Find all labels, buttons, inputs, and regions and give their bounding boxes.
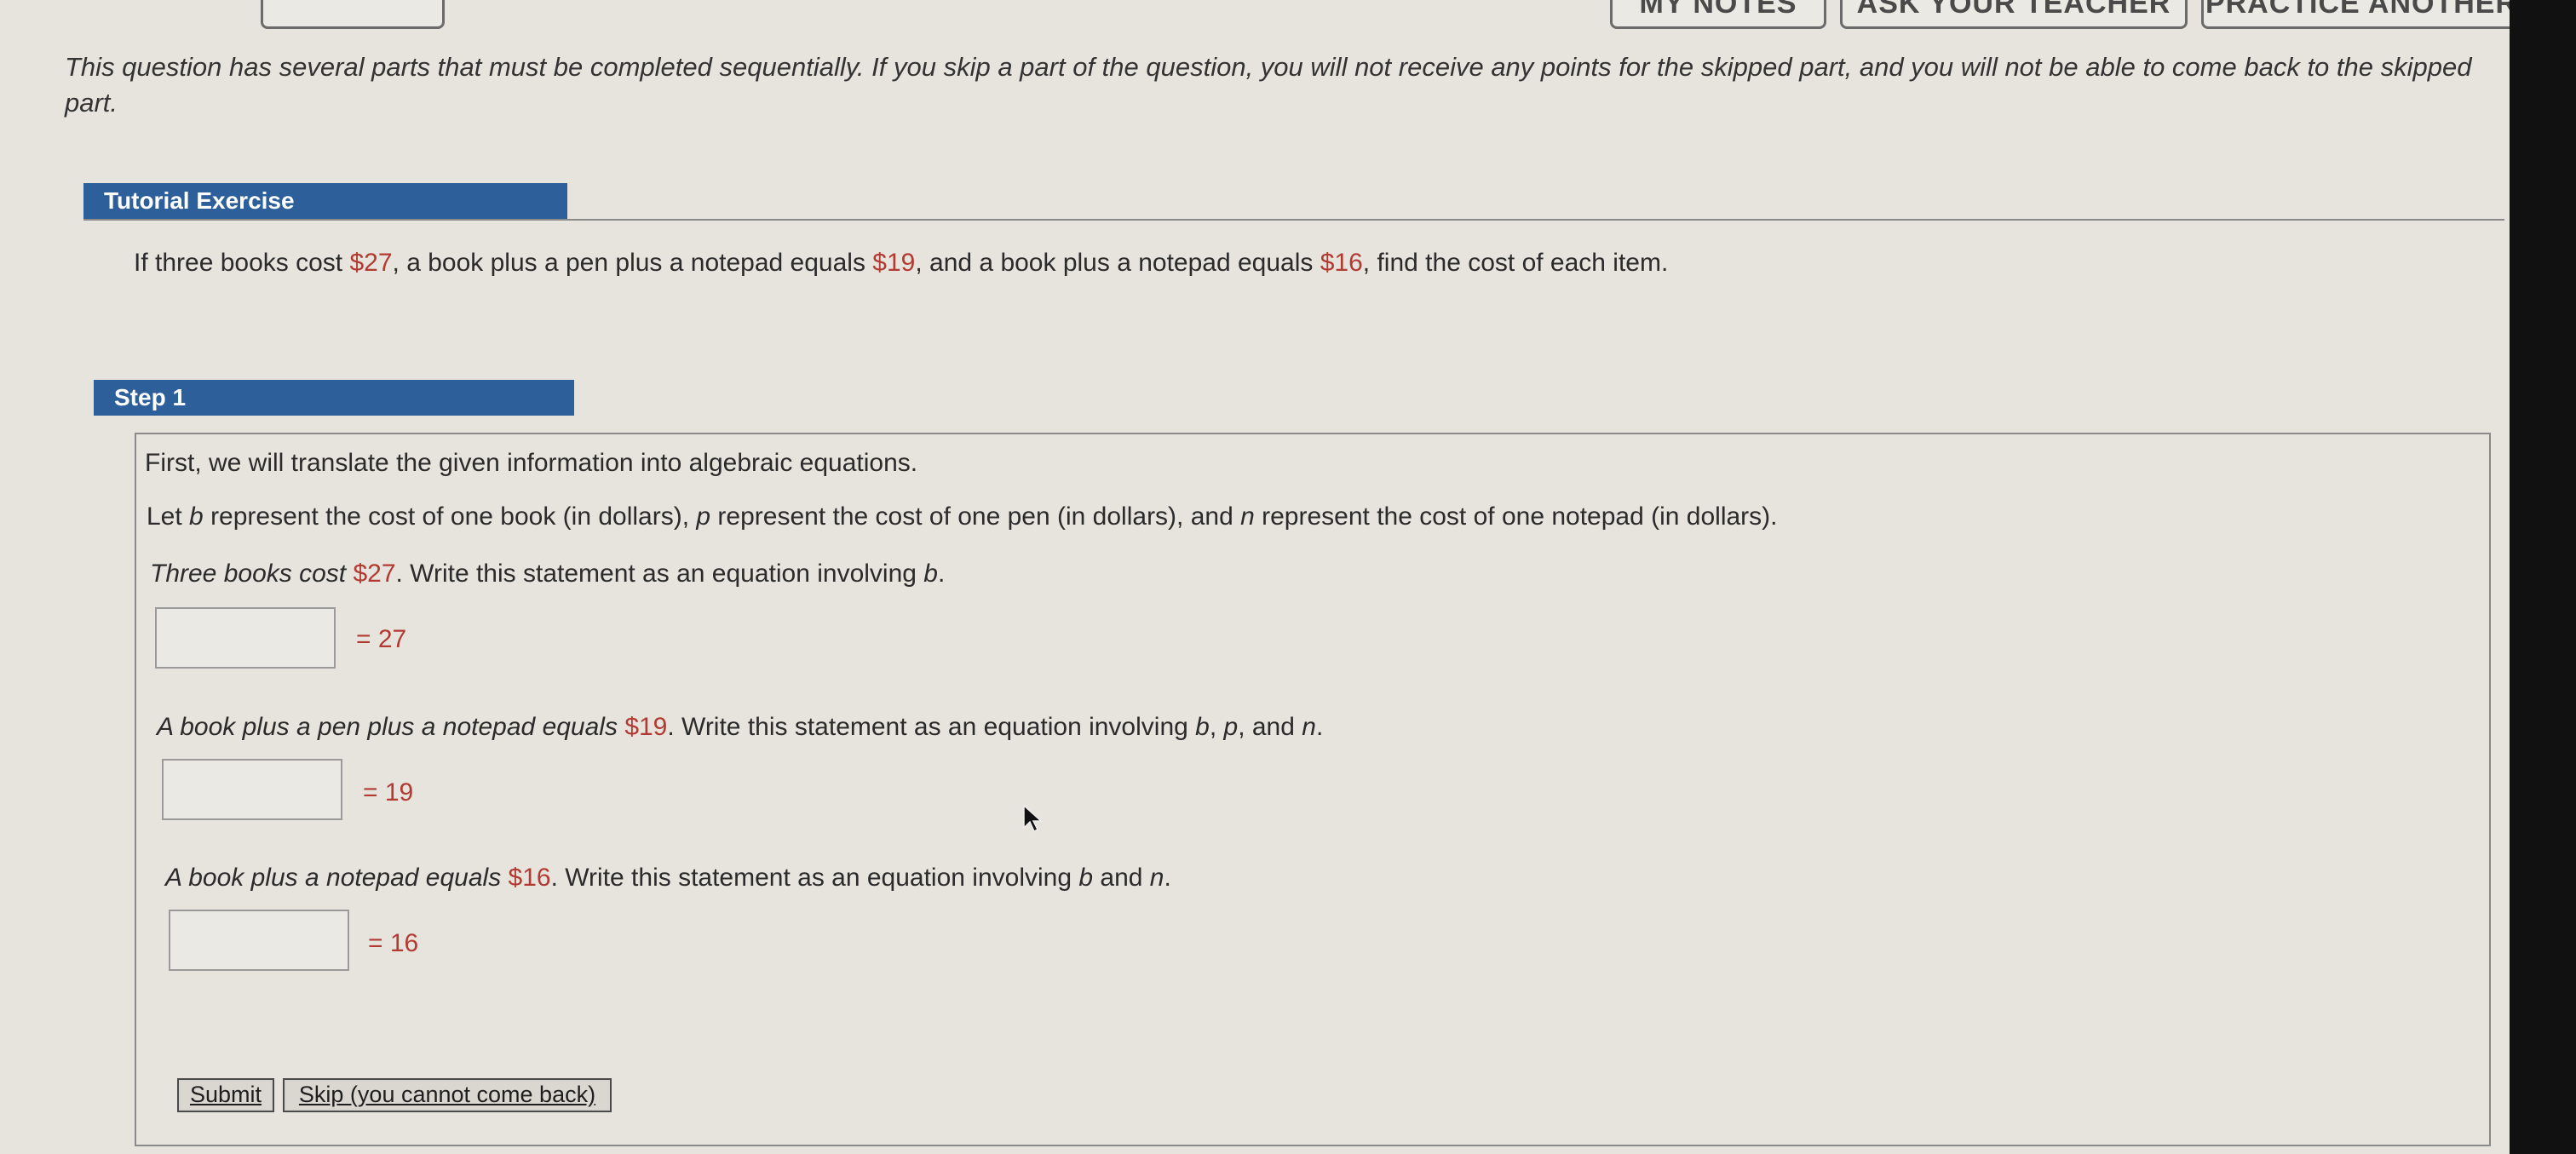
- prompt-text: Three books cost: [150, 560, 354, 588]
- definition-text: represent the cost of one book (in dolla…: [203, 502, 697, 531]
- variable-n: n: [1240, 502, 1255, 531]
- variable-p: p: [1223, 713, 1239, 741]
- prompt-text: .: [937, 560, 946, 588]
- question-2-prompt: A book plus a pen plus a notepad equals …: [157, 713, 1323, 742]
- variable-b: b: [1195, 713, 1210, 741]
- prompt-text: . Write this statement as an equation in…: [667, 713, 1196, 741]
- problem-statement: If three books cost $27, a book plus a p…: [134, 249, 1668, 278]
- variable-n: n: [1149, 864, 1164, 892]
- variable-n: n: [1302, 713, 1316, 741]
- practice-another-button[interactable]: PRACTICE ANOTHER: [2201, 0, 2521, 29]
- problem-value: $16: [1320, 249, 1363, 277]
- step-1-header: Step 1: [94, 380, 574, 416]
- prompt-text: and: [1093, 864, 1150, 892]
- prompt-text: A book plus a notepad equals: [165, 864, 509, 892]
- question-1-prompt: Three books cost $27. Write this stateme…: [150, 560, 945, 588]
- tutorial-exercise-header: Tutorial Exercise: [83, 183, 567, 219]
- prompt-value: $19: [624, 713, 668, 741]
- equation-2-rhs: = 19: [363, 778, 414, 807]
- submit-button[interactable]: Submit: [177, 1078, 274, 1112]
- top-left-button[interactable]: [261, 0, 445, 29]
- cursor-arrow-icon: [1023, 804, 1043, 833]
- prompt-value: $27: [353, 560, 396, 588]
- problem-text: , and a book plus a notepad equals: [915, 249, 1320, 277]
- prompt-value: $16: [508, 864, 551, 892]
- equation-3-rhs: = 16: [368, 929, 419, 957]
- prompt-text: . Write this statement as an equation in…: [550, 864, 1079, 892]
- top-toolbar: MY NOTES ASK YOUR TEACHER PRACTICE ANOTH…: [0, 0, 2576, 34]
- problem-value: $27: [349, 249, 393, 277]
- variable-b: b: [189, 502, 204, 531]
- definition-text: represent the cost of one notepad (in do…: [1254, 502, 1778, 531]
- prompt-text: . Write this statement as an equation in…: [395, 560, 924, 588]
- problem-text: , find the cost of each item.: [1362, 249, 1669, 277]
- step-1-panel: [135, 433, 2491, 1146]
- definition-text: Let: [147, 502, 190, 531]
- problem-text: If three books cost: [134, 249, 350, 277]
- question-3-prompt: A book plus a notepad equals $16. Write …: [165, 864, 1171, 893]
- equation-1-input[interactable]: [155, 607, 336, 669]
- equation-2-input[interactable]: [162, 759, 342, 820]
- variable-definitions: Let b represent the cost of one book (in…: [147, 502, 1778, 531]
- tutorial-header-label: Tutorial Exercise: [104, 187, 295, 214]
- step-1-label: Step 1: [114, 384, 187, 411]
- instructions-text: This question has several parts that mus…: [65, 52, 2472, 118]
- variable-p: p: [696, 502, 711, 531]
- prompt-text: , and: [1238, 713, 1302, 741]
- variable-b: b: [1078, 864, 1094, 892]
- step-intro: First, we will translate the given infor…: [145, 449, 918, 477]
- problem-value: $19: [872, 249, 916, 277]
- definition-text: represent the cost of one pen (in dollar…: [710, 502, 1241, 531]
- prompt-text: .: [1315, 713, 1324, 741]
- prompt-text: .: [1164, 864, 1171, 892]
- equation-1-rhs: = 27: [356, 625, 407, 653]
- mouse-cursor-icon: [1022, 804, 1044, 837]
- my-notes-button[interactable]: MY NOTES: [1610, 0, 1826, 29]
- equation-3-input[interactable]: [169, 910, 349, 971]
- prompt-text: ,: [1209, 713, 1224, 741]
- screen-edge: [2510, 0, 2576, 1154]
- variable-b: b: [923, 560, 938, 588]
- prompt-text: A book plus a pen plus a notepad equals: [157, 713, 625, 741]
- skip-button[interactable]: Skip (you cannot come back): [283, 1078, 612, 1112]
- ask-teacher-button[interactable]: ASK YOUR TEACHER: [1840, 0, 2188, 29]
- tutorial-rule: [83, 219, 2504, 221]
- problem-text: , a book plus a pen plus a notepad equal…: [392, 249, 873, 277]
